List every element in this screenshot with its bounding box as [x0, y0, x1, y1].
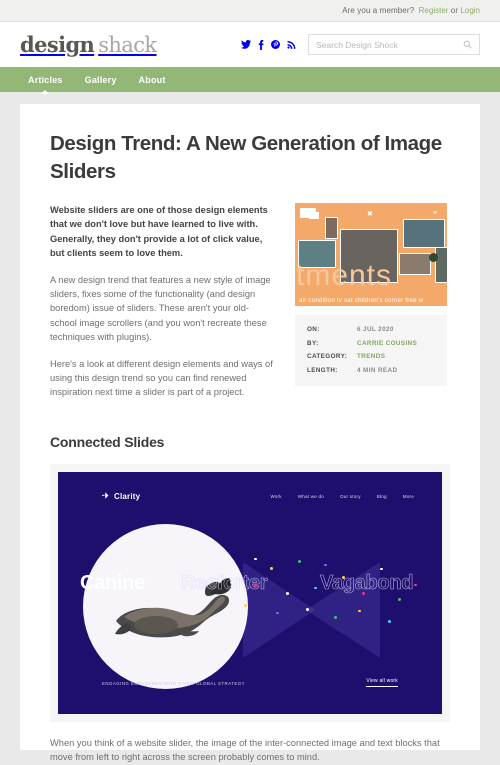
confetti-dot	[342, 575, 345, 579]
meta-value-author[interactable]: CARRIE COUSINS	[357, 340, 417, 347]
slider-nav-work[interactable]: Work	[270, 494, 281, 499]
confetti-dot	[270, 566, 273, 570]
hero-photo-5	[403, 219, 445, 248]
meta-row-author: BY: CARRIE COUSINS	[307, 340, 435, 347]
hero-bottom-strip	[295, 306, 447, 315]
site-logo[interactable]: design shack	[20, 32, 157, 57]
hero-close-icon: ✖	[367, 211, 373, 218]
meta-row-category: CATEGORY: TRENDS	[307, 353, 435, 360]
pinterest-icon[interactable]	[271, 40, 280, 49]
nav-item-about[interactable]: About	[139, 75, 166, 85]
hero-accent-dot	[429, 253, 438, 262]
slider-nav-what-we-do[interactable]: What we do	[298, 494, 324, 499]
meta-value-length: 4 MIN READ	[357, 366, 398, 374]
article-hero-image: ✖ ≡ rtments air condition tv sat childre…	[295, 203, 447, 315]
slider-brand: Clarity	[102, 492, 140, 501]
search-box[interactable]	[308, 34, 480, 55]
meta-value-category[interactable]: TRENDS	[357, 353, 385, 360]
top-utility-bar: Are you a member? Register or Login	[0, 0, 500, 22]
topbar-separator: or	[450, 6, 459, 15]
nav-item-articles[interactable]: Articles	[28, 75, 63, 94]
confetti-dot	[362, 591, 365, 595]
confetti-dot	[380, 567, 383, 571]
slider-figure: Clarity Work What we do Our story Blog M…	[50, 463, 450, 722]
view-all-work-link[interactable]: View all work	[366, 678, 398, 687]
confetti-dot	[334, 615, 337, 619]
article-columns: Website sliders are one of those design …	[50, 203, 450, 412]
facebook-icon[interactable]	[258, 39, 264, 50]
twitter-icon[interactable]	[241, 40, 251, 49]
article-paragraph-2: Here's a look at different design elemen…	[50, 358, 273, 398]
meta-value-date: 6 JUL 2020	[357, 326, 394, 333]
meta-label-length: LENGTH:	[307, 366, 338, 374]
logo-word-design: design	[20, 32, 95, 57]
meta-label-on: ON:	[307, 326, 320, 333]
confetti-dot	[398, 597, 401, 601]
hero-photo-7	[435, 247, 447, 283]
search-icon[interactable]	[463, 36, 472, 54]
slider-screenshot: Clarity Work What we do Our story Blog M…	[58, 471, 442, 714]
slider-brand-label: Clarity	[114, 491, 141, 501]
confetti-dot	[244, 603, 247, 607]
slider-nav-more[interactable]: More	[403, 494, 414, 499]
rss-icon[interactable]	[287, 40, 296, 49]
site-masthead: design shack	[0, 22, 500, 67]
article-card: Design Trend: A New Generation of Image …	[20, 104, 480, 762]
meta-row-date: ON: 6 JUL 2020	[307, 326, 435, 333]
meta-row-length: LENGTH: 4 MIN READ	[307, 367, 435, 374]
hero-photo-2	[325, 217, 338, 239]
article-closing-paragraph: When you think of a website slider, the …	[50, 737, 440, 763]
slider-logo-mark	[102, 492, 111, 501]
search-input[interactable]	[316, 39, 463, 50]
slide-word-current: Canine	[80, 571, 145, 594]
confetti-dot	[254, 583, 257, 587]
confetti-dot	[286, 591, 289, 595]
confetti-dot	[298, 559, 301, 563]
page-background: Design Trend: A New Generation of Image …	[0, 92, 500, 762]
masthead-right	[241, 34, 480, 55]
slider-navigation: Work What we do Our story Blog More	[270, 494, 414, 499]
page-title: Design Trend: A New Generation of Image …	[50, 132, 442, 183]
social-links	[241, 39, 296, 50]
confetti-dot	[306, 607, 309, 611]
nav-item-gallery[interactable]: Gallery	[85, 75, 117, 85]
hero-photo-6	[399, 253, 431, 275]
article-paragraph-1: A new design trend that features a new s…	[50, 274, 271, 343]
register-link[interactable]: Register	[419, 6, 449, 15]
slider-caption: ENGAGING EMPLOYEES WITH A NEW GLOBAL STR…	[102, 680, 245, 686]
primary-navigation: Articles Gallery About	[0, 67, 500, 94]
slider-nav-our-story[interactable]: Our story	[340, 494, 361, 499]
confetti-dot	[388, 619, 391, 623]
article-body: Website sliders are one of those design …	[50, 203, 275, 412]
article-lead: Website sliders are one of those design …	[50, 205, 268, 259]
meta-label-category: CATEGORY:	[307, 353, 348, 360]
confetti-dot	[254, 557, 257, 561]
membership-prompt: Are you a member?	[342, 6, 415, 15]
hero-caption: air condition tv sat children's corner f…	[299, 297, 424, 304]
hero-headline: rtments	[295, 259, 393, 292]
confetti-dot	[414, 583, 417, 587]
hero-menu-icon: ≡	[432, 210, 437, 217]
article-meta-box: ON: 6 JUL 2020 BY: CARRIE COUSINS CATEGO…	[295, 315, 447, 386]
slider-nav-blog[interactable]: Blog	[377, 494, 387, 499]
slide-word-after: Vagabond	[320, 571, 414, 595]
section-heading-connected-slides: Connected Slides	[50, 433, 165, 450]
hero-photo-1	[309, 212, 319, 219]
meta-label-by: BY:	[307, 339, 319, 347]
logo-word-shack: shack	[98, 33, 157, 57]
login-link[interactable]: Login	[460, 6, 480, 15]
article-sidebar: ✖ ≡ rtments air condition tv sat childre…	[295, 203, 447, 412]
